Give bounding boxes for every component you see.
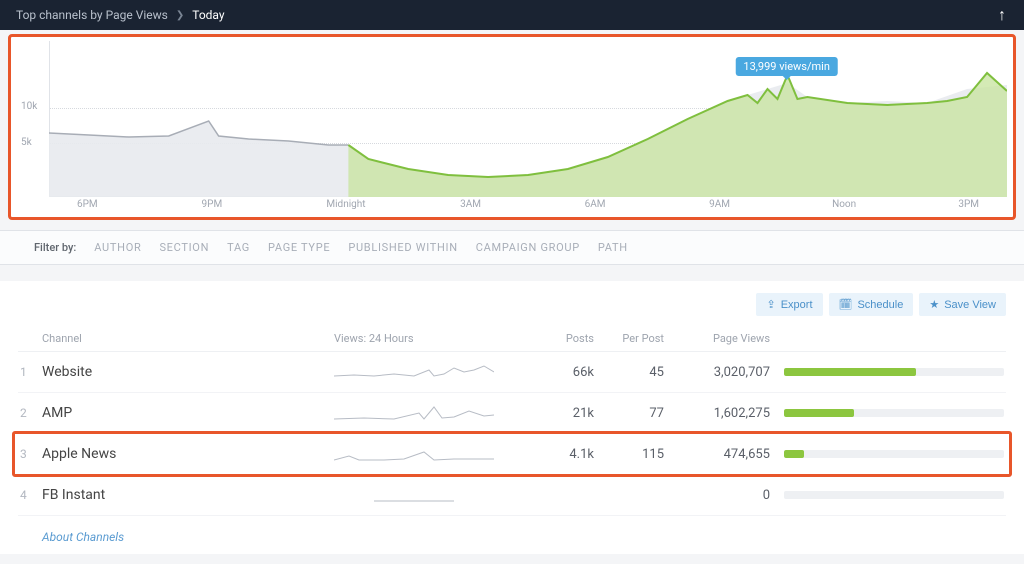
col-views[interactable]: Views: 24 Hours <box>334 332 534 345</box>
x-tick: Noon <box>832 199 856 210</box>
chart-tooltip: 13,999 views/min <box>735 57 838 76</box>
channel-name: AMP <box>42 405 334 421</box>
row-index: 1 <box>20 365 42 379</box>
col-per[interactable]: Per Post <box>604 332 674 345</box>
y-tick-10k: 10k <box>21 101 37 112</box>
cell-posts: 66k <box>534 365 604 380</box>
cell-per: 115 <box>604 447 674 462</box>
schedule-label: Schedule <box>857 299 903 311</box>
star-icon: ★ <box>929 298 939 311</box>
filter-section[interactable]: SECTION <box>159 241 209 254</box>
row-index: 2 <box>20 406 42 420</box>
table-row[interactable]: 2 AMP 21k 77 1,602,275 <box>18 393 1006 434</box>
sparkline <box>334 483 494 507</box>
breadcrumb-section[interactable]: Top channels by Page Views <box>16 8 168 22</box>
x-tick: 9AM <box>709 199 730 210</box>
x-axis-labels: 6PM 9PM Midnight 3AM 6AM 9AM Noon 3PM <box>49 199 1007 217</box>
views-chart[interactable]: 10k 5k 13,999 views/min 6PM 9PM Midnight… <box>17 41 1007 217</box>
y-tick-5k: 5k <box>21 137 32 148</box>
cell-pv: 1,602,275 <box>674 406 784 421</box>
x-tick: 6PM <box>77 199 98 210</box>
top-bar: Top channels by Page Views ❯ Today ↑ <box>0 0 1024 30</box>
cell-posts: 4.1k <box>534 447 604 462</box>
arrow-up-icon[interactable]: ↑ <box>998 5 1006 25</box>
row-index: 3 <box>20 447 42 461</box>
x-tick: 6AM <box>585 199 606 210</box>
channels-table: ⇪ Export 🗓 Schedule ★ Save View Channel Vie… <box>0 281 1024 554</box>
filter-tag[interactable]: TAG <box>227 241 250 254</box>
table-row-highlight[interactable]: 3 Apple News 4.1k 115 474,655 <box>18 434 1006 475</box>
pv-bar <box>784 409 1004 417</box>
filter-published[interactable]: PUBLISHED WITHIN <box>348 241 457 254</box>
table-row[interactable]: 4 FB Instant 0 <box>18 475 1006 516</box>
export-label: Export <box>781 299 813 311</box>
filter-path[interactable]: PATH <box>598 241 628 254</box>
cell-per: 77 <box>604 406 674 421</box>
cell-pv: 474,655 <box>674 447 784 462</box>
table-actions: ⇪ Export 🗓 Schedule ★ Save View <box>18 289 1006 324</box>
breadcrumb-current[interactable]: Today <box>192 8 224 22</box>
filter-page-type[interactable]: PAGE TYPE <box>268 241 330 254</box>
x-tick: Midnight <box>326 199 365 210</box>
about-channels-link[interactable]: About Channels <box>18 516 1006 544</box>
chevron-right-icon: ❯ <box>176 10 184 21</box>
sparkline <box>334 401 494 425</box>
x-tick: 9PM <box>202 199 223 210</box>
col-pv[interactable]: Page Views <box>674 332 784 345</box>
pv-bar <box>784 368 1004 376</box>
cell-pv: 0 <box>674 488 784 503</box>
sparkline <box>334 442 494 466</box>
filter-bar: Filter by: AUTHOR SECTION TAG PAGE TYPE … <box>0 230 1024 265</box>
channel-name: FB Instant <box>42 487 334 503</box>
calendar-icon: 🗓 <box>839 298 853 311</box>
channel-name: Apple News <box>42 446 334 462</box>
cell-posts: 21k <box>534 406 604 421</box>
pv-bar <box>784 491 1004 499</box>
save-label: Save View <box>944 299 996 311</box>
table-header: Channel Views: 24 Hours Posts Per Post P… <box>18 324 1006 352</box>
filter-campaign[interactable]: CAMPAIGN GROUP <box>476 241 580 254</box>
schedule-button[interactable]: 🗓 Schedule <box>829 293 914 316</box>
table-row[interactable]: 1 Website 66k 45 3,020,707 <box>18 352 1006 393</box>
row-index: 4 <box>20 488 42 502</box>
col-channel[interactable]: Channel <box>42 332 334 345</box>
main-chart-highlight: 10k 5k 13,999 views/min 6PM 9PM Midnight… <box>8 34 1016 220</box>
export-button[interactable]: ⇪ Export <box>756 293 822 316</box>
filter-author[interactable]: AUTHOR <box>94 241 141 254</box>
filter-label: Filter by: <box>34 241 76 254</box>
sparkline <box>334 360 494 384</box>
x-tick: 3PM <box>958 199 979 210</box>
chart-svg <box>49 41 1007 197</box>
cell-per: 45 <box>604 365 674 380</box>
pv-bar <box>784 450 1004 458</box>
save-view-button[interactable]: ★ Save View <box>919 293 1006 316</box>
col-posts[interactable]: Posts <box>534 332 604 345</box>
export-icon: ⇪ <box>766 298 775 311</box>
channel-name: Website <box>42 364 334 380</box>
x-tick: 3AM <box>460 199 481 210</box>
cell-pv: 3,020,707 <box>674 365 784 380</box>
